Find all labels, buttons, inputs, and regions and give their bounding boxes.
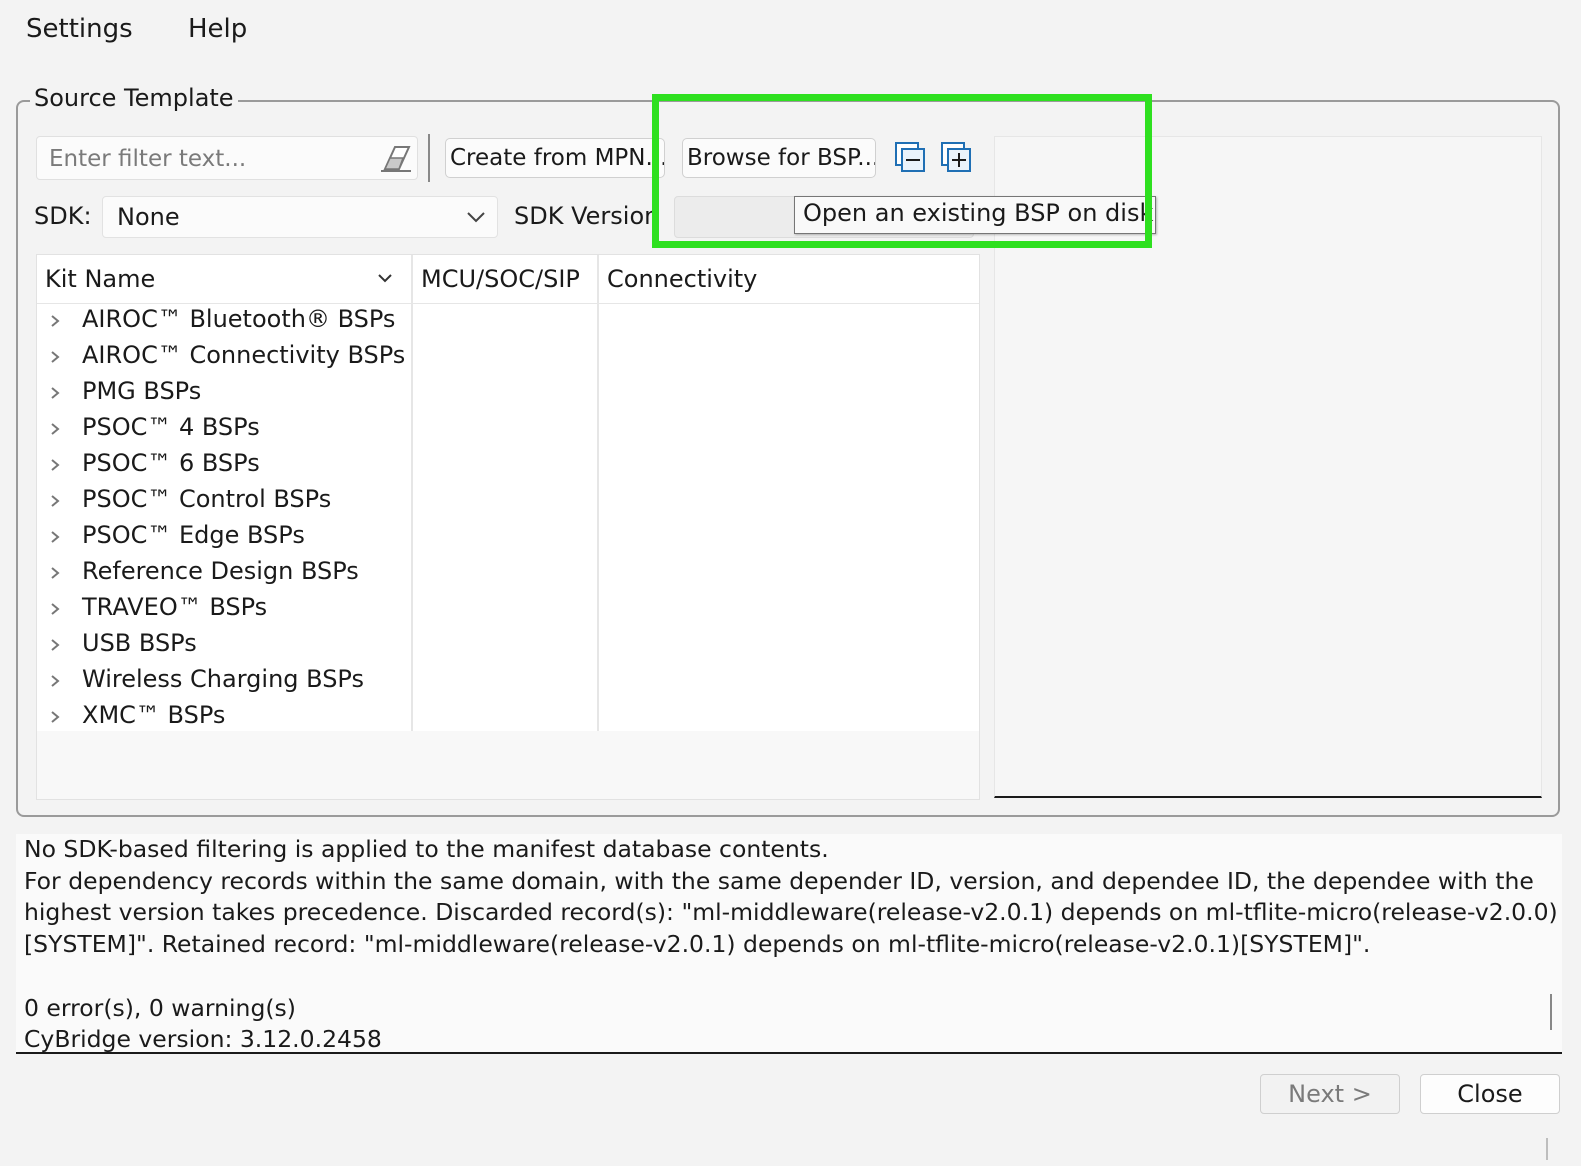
expand-arrow-icon[interactable]	[49, 565, 61, 585]
expand-arrow-icon[interactable]	[49, 349, 61, 369]
log-line: For dependency records within the same d…	[24, 866, 1534, 895]
tree-row-label: PSOC™ 4 BSPs	[82, 413, 260, 441]
column-header-kit-name[interactable]: Kit Name	[45, 265, 155, 293]
menu-bar: Settings Help	[0, 0, 1581, 64]
filter-input[interactable]	[47, 141, 371, 177]
highlight-box	[652, 94, 1152, 248]
column-divider	[411, 255, 413, 731]
kit-tree: Kit Name MCU/SOC/SIP Connectivity AIROC™…	[36, 254, 980, 800]
expand-arrow-icon[interactable]	[49, 421, 61, 441]
source-template-title: Source Template	[30, 84, 238, 112]
tree-row-label: Wireless Charging BSPs	[82, 665, 364, 693]
expand-arrow-icon[interactable]	[49, 313, 61, 333]
tree-row-label: AIROC™ Connectivity BSPs	[82, 341, 406, 369]
expand-arrow-icon[interactable]	[49, 457, 61, 477]
toolbar-separator	[428, 134, 430, 182]
sort-chevron-icon	[377, 269, 393, 288]
tree-row[interactable]: TRAVEO™ BSPs	[37, 591, 411, 627]
log-scrollbar[interactable]	[1550, 994, 1552, 1030]
filter-box	[36, 136, 418, 180]
expand-arrow-icon[interactable]	[49, 637, 61, 657]
column-header-connectivity[interactable]: Connectivity	[607, 265, 757, 293]
tree-row-label: XMC™ BSPs	[82, 701, 226, 729]
column-divider	[597, 255, 599, 731]
next-button[interactable]: Next >	[1260, 1074, 1400, 1114]
create-from-mpn-button[interactable]: Create from MPN...	[445, 138, 665, 178]
tree-row[interactable]: PSOC™ Edge BSPs	[37, 519, 411, 555]
tree-row-label: PSOC™ Control BSPs	[82, 485, 332, 513]
tree-row[interactable]: AIROC™ Connectivity BSPs	[37, 339, 411, 375]
sdk-selected-value: None	[117, 203, 180, 231]
expand-arrow-icon[interactable]	[49, 529, 61, 549]
log-line: 0 error(s), 0 warning(s)	[24, 993, 296, 1022]
tree-row-label: PSOC™ Edge BSPs	[82, 521, 305, 549]
expand-arrow-icon[interactable]	[49, 493, 61, 513]
log-line: No SDK-based filtering is applied to the…	[24, 835, 829, 863]
close-button[interactable]: Close	[1420, 1074, 1560, 1114]
sdk-label: SDK:	[34, 202, 92, 230]
tree-row[interactable]: PSOC™ Control BSPs	[37, 483, 411, 519]
tree-row[interactable]: USB BSPs	[37, 627, 411, 663]
log-line: [SYSTEM]". Retained record: "ml-middlewa…	[24, 930, 1371, 959]
sdk-select[interactable]: None	[102, 196, 498, 238]
tree-row[interactable]: Wireless Charging BSPs	[37, 663, 411, 699]
log-line: highest version takes precedence. Discar…	[24, 898, 1558, 927]
menu-help[interactable]: Help	[188, 14, 247, 44]
tree-row-label: PMG BSPs	[82, 377, 202, 405]
chevron-down-icon	[465, 209, 487, 229]
sdk-version-label: SDK Version	[514, 202, 660, 230]
tree-row-label: TRAVEO™ BSPs	[82, 593, 268, 621]
tree-row[interactable]: PSOC™ 4 BSPs	[37, 411, 411, 447]
tree-row-label: Reference Design BSPs	[82, 557, 359, 585]
menu-settings[interactable]: Settings	[26, 14, 133, 44]
tree-row[interactable]: AIROC™ Bluetooth® BSPs	[37, 303, 411, 339]
clear-filter-icon[interactable]	[379, 143, 413, 177]
tree-row-label: PSOC™ 6 BSPs	[82, 449, 260, 477]
resize-grip[interactable]	[1546, 1138, 1548, 1160]
log-blank-line	[24, 961, 1554, 993]
tree-row[interactable]: PMG BSPs	[37, 375, 411, 411]
tree-row[interactable]: PSOC™ 6 BSPs	[37, 447, 411, 483]
expand-arrow-icon[interactable]	[49, 385, 61, 405]
expand-arrow-icon[interactable]	[49, 601, 61, 621]
expand-arrow-icon[interactable]	[49, 673, 61, 693]
expand-arrow-icon[interactable]	[49, 709, 61, 729]
tree-row-label: USB BSPs	[82, 629, 197, 657]
tree-row[interactable]: Reference Design BSPs	[37, 555, 411, 591]
log-output: No SDK-based filtering is applied to the…	[16, 834, 1562, 1054]
tree-row[interactable]: XMC™ BSPs	[37, 699, 411, 735]
column-header-mcu[interactable]: MCU/SOC/SIP	[421, 265, 580, 293]
tree-header: Kit Name MCU/SOC/SIP Connectivity	[37, 255, 979, 304]
log-line: CyBridge version: 3.12.0.2458	[24, 1025, 382, 1054]
tree-row-label: AIROC™ Bluetooth® BSPs	[82, 305, 396, 333]
